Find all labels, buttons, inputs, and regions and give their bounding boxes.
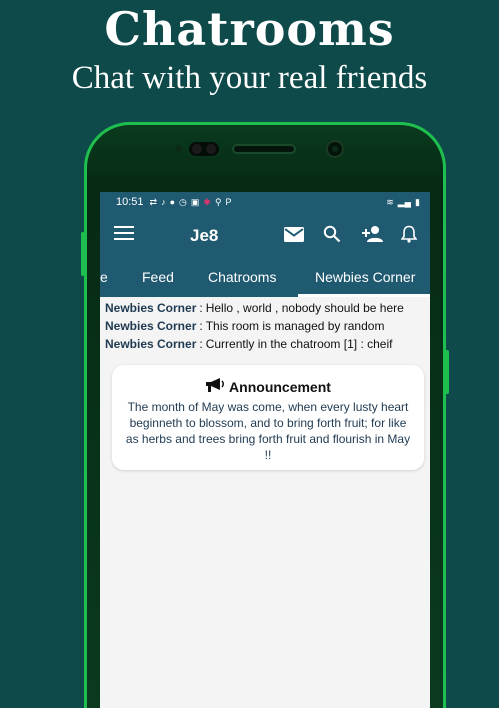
notification-icons: ⇄ ♪ ● ◷ ▣ ✱ ⚲ P — [150, 197, 232, 208]
notification-icon: ♪ — [161, 196, 166, 207]
announcement-header: Announcement — [112, 377, 424, 396]
dual-camera — [189, 142, 219, 156]
promo-title: Chatrooms — [104, 2, 395, 56]
battery-icon: ▮ — [415, 196, 420, 207]
announcement-card: Announcement The month of May was come, … — [112, 365, 424, 470]
notification-icon: ◷ — [179, 196, 187, 207]
message-user[interactable]: Newbies Corner — [105, 337, 196, 351]
menu-icon[interactable] — [114, 225, 134, 246]
phone-frame: 10:51 ⇄ ♪ ● ◷ ▣ ✱ ⚲ P ≋ ▂▄ ▮ Je8 e Feed … — [81, 122, 449, 708]
proximity-sensor — [175, 145, 182, 152]
tab-chatrooms[interactable]: Chatrooms — [208, 269, 276, 285]
app-bar: Je8 — [100, 212, 430, 261]
notification-icon: ▣ — [190, 196, 200, 207]
announcement-title: Announcement — [229, 378, 331, 395]
notification-icon: ✱ — [203, 196, 211, 207]
announcement-body: The month of May was come, when every lu… — [125, 400, 411, 462]
notification-icon: ⚲ — [214, 196, 222, 207]
system-icons: ≋ ▂▄ ▮ — [386, 197, 420, 208]
message-row: Newbies Corner: Hello , world , nobody sh… — [105, 301, 430, 319]
bell-icon[interactable] — [400, 225, 418, 248]
search-icon[interactable] — [323, 225, 341, 248]
message-text: Currently in the chatroom [1] : cheif — [205, 337, 393, 351]
tab-bar: e Feed Chatrooms Newbies Corner — [100, 261, 430, 297]
tab-feed[interactable]: Feed — [142, 269, 174, 285]
app-screen: 10:51 ⇄ ♪ ● ◷ ▣ ✱ ⚲ P ≋ ▂▄ ▮ Je8 e Feed … — [100, 192, 430, 708]
message-user[interactable]: Newbies Corner — [105, 319, 196, 333]
status-time: 10:51 — [116, 196, 144, 208]
notification-icon: ● — [169, 196, 176, 207]
phone-side-button-right — [445, 350, 449, 394]
front-camera — [326, 140, 344, 158]
message-list: Newbies Corner: Hello , world , nobody sh… — [100, 297, 430, 355]
message-separator: : — [199, 319, 203, 333]
add-user-icon[interactable] — [362, 225, 384, 248]
phone-side-button-left — [81, 232, 85, 276]
mail-icon[interactable] — [284, 227, 304, 247]
message-separator: : — [199, 301, 203, 315]
app-title: Je8 — [190, 226, 219, 245]
signal-icon: ▂▄ — [397, 196, 412, 207]
promo-subtitle: Chat with your real friends — [71, 60, 428, 96]
wifi-icon: ≋ — [386, 196, 394, 207]
message-text: Hello , world , nobody should be here — [205, 301, 404, 315]
tab-newbies-corner[interactable]: Newbies Corner — [315, 269, 415, 285]
tab-partial[interactable]: e — [100, 269, 108, 285]
message-separator: : — [199, 337, 203, 351]
megaphone-icon — [205, 377, 225, 396]
notification-icon: ⇄ — [149, 196, 158, 207]
message-text: This room is managed by random — [205, 319, 385, 333]
message-row: Newbies Corner: Currently in the chatroom… — [105, 337, 430, 355]
earpiece-speaker — [232, 144, 296, 154]
status-bar: 10:51 ⇄ ♪ ● ◷ ▣ ✱ ⚲ P ≋ ▂▄ ▮ — [100, 192, 430, 212]
notification-icon: P — [225, 196, 232, 207]
message-user[interactable]: Newbies Corner — [105, 301, 196, 315]
message-row: Newbies Corner: This room is managed by r… — [105, 319, 430, 337]
tab-selected-indicator — [298, 294, 430, 297]
